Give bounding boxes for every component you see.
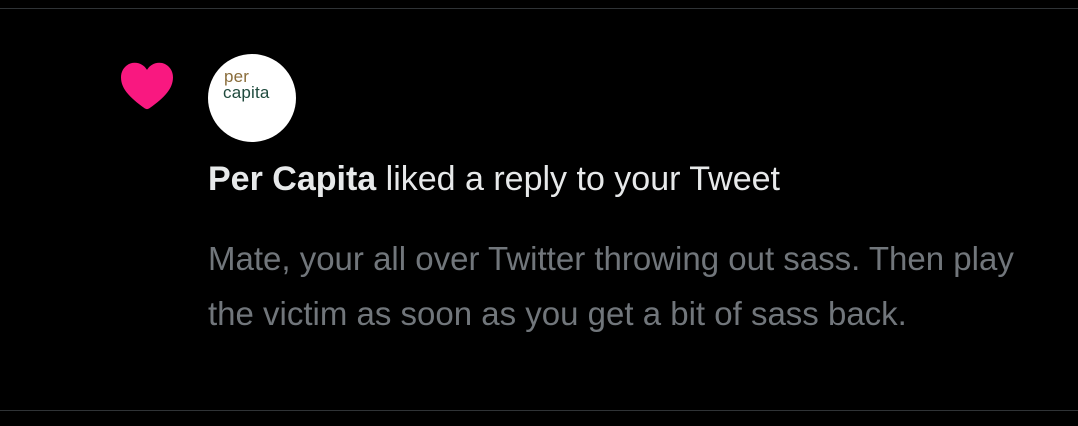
reply-text[interactable]: Mate, your all over Twitter throwing out… <box>208 231 1048 341</box>
avatar-logo-text-capita: capita <box>223 83 270 102</box>
bottom-divider <box>0 410 1078 411</box>
avatar[interactable]: per capita <box>208 54 296 142</box>
action-text: liked a reply to your Tweet <box>376 160 780 198</box>
user-name-link[interactable]: Per Capita <box>208 160 376 198</box>
heart-icon <box>121 62 173 110</box>
notification-headline: Per Capita liked a reply to your Tweet <box>208 159 780 199</box>
like-notification[interactable]: per capita Per Capita liked a reply to y… <box>0 9 1078 410</box>
